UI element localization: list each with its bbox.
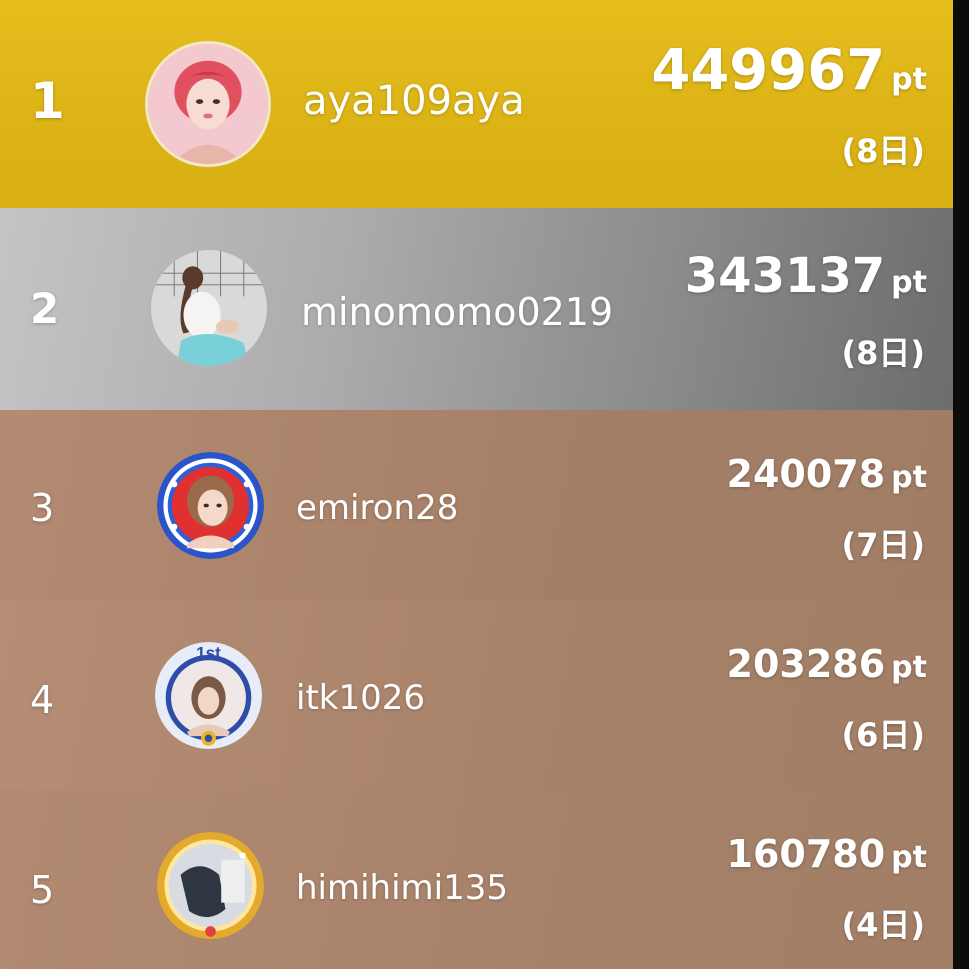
rank-number: 4 (30, 678, 55, 722)
days-count: (8日) (841, 334, 925, 372)
rank-number: 2 (30, 284, 60, 333)
username[interactable]: itk1026 (296, 678, 425, 718)
points-unit: pt (891, 265, 927, 300)
scroll-edge (953, 0, 961, 969)
username[interactable]: emiron28 (296, 488, 458, 528)
points-number: 343137 (684, 248, 886, 304)
days-count: (6日) (841, 716, 925, 754)
blue-star-frame-icon (157, 452, 264, 559)
avatar[interactable]: 1st (155, 642, 262, 749)
days-count: (7日) (841, 526, 925, 564)
points-unit: pt (891, 62, 927, 97)
username[interactable]: himihimi135 (296, 868, 508, 908)
svg-text:1st: 1st (196, 644, 221, 663)
gold-ring-frame-icon (157, 832, 264, 939)
points-unit: pt (891, 840, 927, 875)
ranking-row-1[interactable]: 1 aya109aya 449967 pt (8日) (0, 0, 961, 208)
points-unit: pt (891, 650, 927, 685)
ranking-row-2[interactable]: 2 minomomo0219 343137 pt (8日) (0, 208, 961, 410)
points-value: 343137 pt (685, 248, 927, 304)
points-number: 160780 (726, 832, 886, 876)
points-value: 203286 pt (727, 642, 927, 686)
points-unit: pt (891, 460, 927, 495)
ranking-row-5[interactable]: 5 himihimi135 160780 pt (4日) (0, 790, 961, 969)
rank-number: 3 (30, 486, 55, 530)
rank-number: 5 (30, 868, 55, 912)
username[interactable]: aya109aya (303, 78, 525, 124)
points-number: 240078 (726, 452, 886, 496)
user-photo-icon (151, 250, 267, 366)
username[interactable]: minomomo0219 (301, 290, 613, 334)
user-photo-icon (148, 44, 268, 164)
avatar[interactable] (157, 832, 264, 939)
1st-badge-frame-icon: 1st (155, 642, 262, 749)
ranking-row-3[interactable]: 3 emiron28 240078 pt (7日) (0, 410, 961, 600)
points-number: 203286 (726, 642, 886, 686)
days-count: (8日) (841, 132, 925, 170)
points-value: 160780 pt (727, 832, 927, 876)
ranking-row-4[interactable]: 4 1st itk1026 203286 pt (6日) (0, 600, 961, 790)
rank-number: 1 (30, 72, 65, 130)
points-value: 240078 pt (727, 452, 927, 496)
days-count: (4日) (841, 906, 925, 944)
avatar[interactable] (151, 250, 267, 366)
avatar[interactable] (157, 452, 264, 559)
ranking-board: 1 aya109aya 449967 pt (8日) 2 minomomo021… (0, 0, 961, 969)
points-number: 449967 (651, 38, 886, 103)
points-value: 449967 pt (651, 38, 927, 103)
avatar[interactable] (145, 41, 271, 167)
